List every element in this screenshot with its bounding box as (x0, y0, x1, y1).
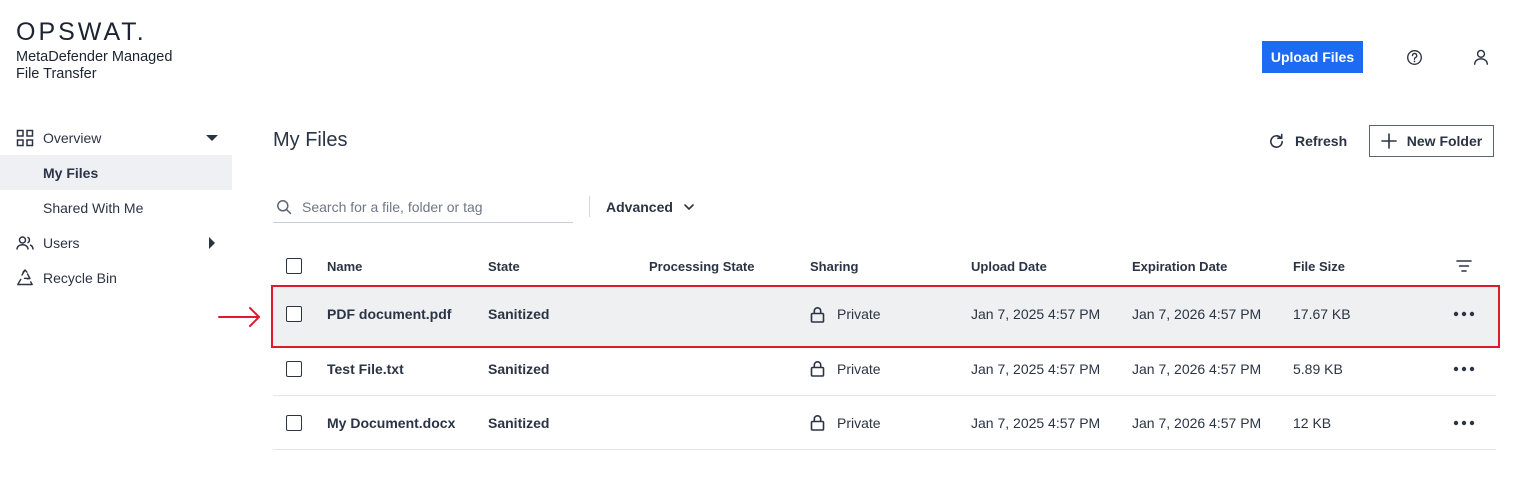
sharing-cell: Private (810, 286, 881, 342)
file-state: Sanitized (488, 414, 550, 431)
column-header-state[interactable]: State (488, 246, 520, 286)
user-icon[interactable] (1470, 46, 1492, 68)
expiration-date: Jan 7, 2026 4:57 PM (1132, 360, 1262, 377)
product-name-line1: MetaDefender Managed (16, 49, 173, 65)
new-folder-button[interactable]: New Folder (1369, 125, 1494, 157)
sidebar-item-overview[interactable]: Overview (0, 120, 232, 155)
lock-icon (810, 306, 825, 323)
column-header-sharing[interactable]: Sharing (810, 246, 858, 286)
file-size: 5.89 KB (1293, 360, 1343, 377)
opswat-logo: OPSWAT. (16, 18, 147, 46)
expiration-date: Jan 7, 2026 4:57 PM (1132, 414, 1262, 431)
file-name[interactable]: My Document.docx (327, 396, 455, 449)
expiration-date: Jan 7, 2026 4:57 PM (1132, 306, 1262, 322)
file-size: 17.67 KB (1293, 306, 1351, 322)
sharing-label: Private (837, 360, 881, 377)
refresh-button[interactable]: Refresh (1268, 126, 1347, 156)
arrow-right-icon (218, 307, 260, 327)
users-icon (16, 236, 34, 250)
sidebar: Overview My Files Shared With Me Users R… (0, 120, 232, 295)
product-name: MetaDefender Managed File Transfer (16, 49, 172, 83)
new-folder-label: New Folder (1406, 133, 1483, 149)
sidebar-item-users[interactable]: Users (0, 225, 232, 260)
search-icon (277, 200, 292, 215)
logo-text: OPSWAT. (16, 18, 147, 46)
sidebar-item-label: Users (43, 234, 80, 251)
file-name[interactable]: Test File.txt (327, 342, 404, 395)
table-row[interactable]: PDF document.pdf Sanitized Private Jan 7… (273, 286, 1496, 342)
more-actions-icon[interactable] (1453, 396, 1475, 449)
sidebar-item-label: My Files (43, 164, 99, 181)
search-bar (273, 192, 573, 223)
sidebar-item-shared-with-me[interactable]: Shared With Me (0, 190, 232, 225)
chevron-down-icon (684, 203, 694, 210)
page-title: My Files (273, 129, 348, 151)
column-header-expiration-date[interactable]: Expiration Date (1132, 246, 1227, 286)
question-circle-icon[interactable] (1404, 47, 1424, 67)
files-table: Name State Processing State Sharing Uplo… (273, 246, 1496, 450)
upload-date: Jan 7, 2025 4:57 PM (971, 360, 1101, 377)
filter-icon[interactable] (1456, 259, 1472, 273)
table-header: Name State Processing State Sharing Uplo… (273, 246, 1496, 286)
file-state: Sanitized (488, 360, 550, 377)
upload-date: Jan 7, 2025 4:57 PM (971, 414, 1101, 431)
file-state: Sanitized (488, 306, 550, 322)
caret-down-icon[interactable] (205, 131, 219, 145)
sharing-cell: Private (810, 396, 881, 449)
advanced-label: Advanced (606, 198, 673, 215)
file-name[interactable]: PDF document.pdf (327, 286, 451, 342)
upload-date: Jan 7, 2025 4:57 PM (971, 306, 1101, 322)
file-size: 12 KB (1293, 414, 1332, 431)
upload-files-button[interactable]: Upload Files (1262, 41, 1363, 73)
row-checkbox[interactable] (286, 360, 302, 377)
search-input[interactable] (302, 199, 552, 215)
sharing-label: Private (837, 306, 881, 322)
row-checkbox[interactable] (286, 414, 302, 431)
grid-icon (16, 129, 34, 147)
sharing-label: Private (837, 414, 881, 431)
sidebar-item-my-files[interactable]: My Files (0, 155, 232, 190)
recycle-icon (17, 269, 33, 286)
row-checkbox[interactable] (286, 306, 302, 322)
toolbar-divider (589, 196, 590, 217)
table-row[interactable]: Test File.txt Sanitized Private Jan 7, 2… (273, 342, 1496, 396)
sidebar-item-label: Shared With Me (43, 199, 144, 216)
more-actions-icon[interactable] (1453, 342, 1475, 395)
caret-right-icon[interactable] (205, 236, 219, 250)
refresh-label: Refresh (1295, 133, 1348, 149)
column-header-upload-date[interactable]: Upload Date (971, 246, 1047, 286)
refresh-icon (1270, 133, 1283, 148)
table-row[interactable]: My Document.docx Sanitized Private Jan 7… (273, 396, 1496, 450)
column-header-name[interactable]: Name (327, 246, 362, 286)
product-name-line2: File Transfer (16, 66, 97, 82)
plus-icon (1380, 133, 1397, 149)
sidebar-item-label: Overview (43, 129, 102, 146)
select-all-checkbox[interactable] (286, 258, 302, 274)
sidebar-item-recycle-bin[interactable]: Recycle Bin (0, 260, 232, 295)
column-header-processing-state[interactable]: Processing State (649, 246, 755, 286)
column-header-file-size[interactable]: File Size (1293, 246, 1345, 286)
lock-icon (810, 361, 825, 377)
lock-icon (810, 415, 825, 431)
advanced-filter-dropdown[interactable]: Advanced (606, 196, 695, 217)
sidebar-item-label: Recycle Bin (43, 269, 117, 286)
more-actions-icon[interactable] (1453, 286, 1475, 342)
sharing-cell: Private (810, 342, 881, 395)
